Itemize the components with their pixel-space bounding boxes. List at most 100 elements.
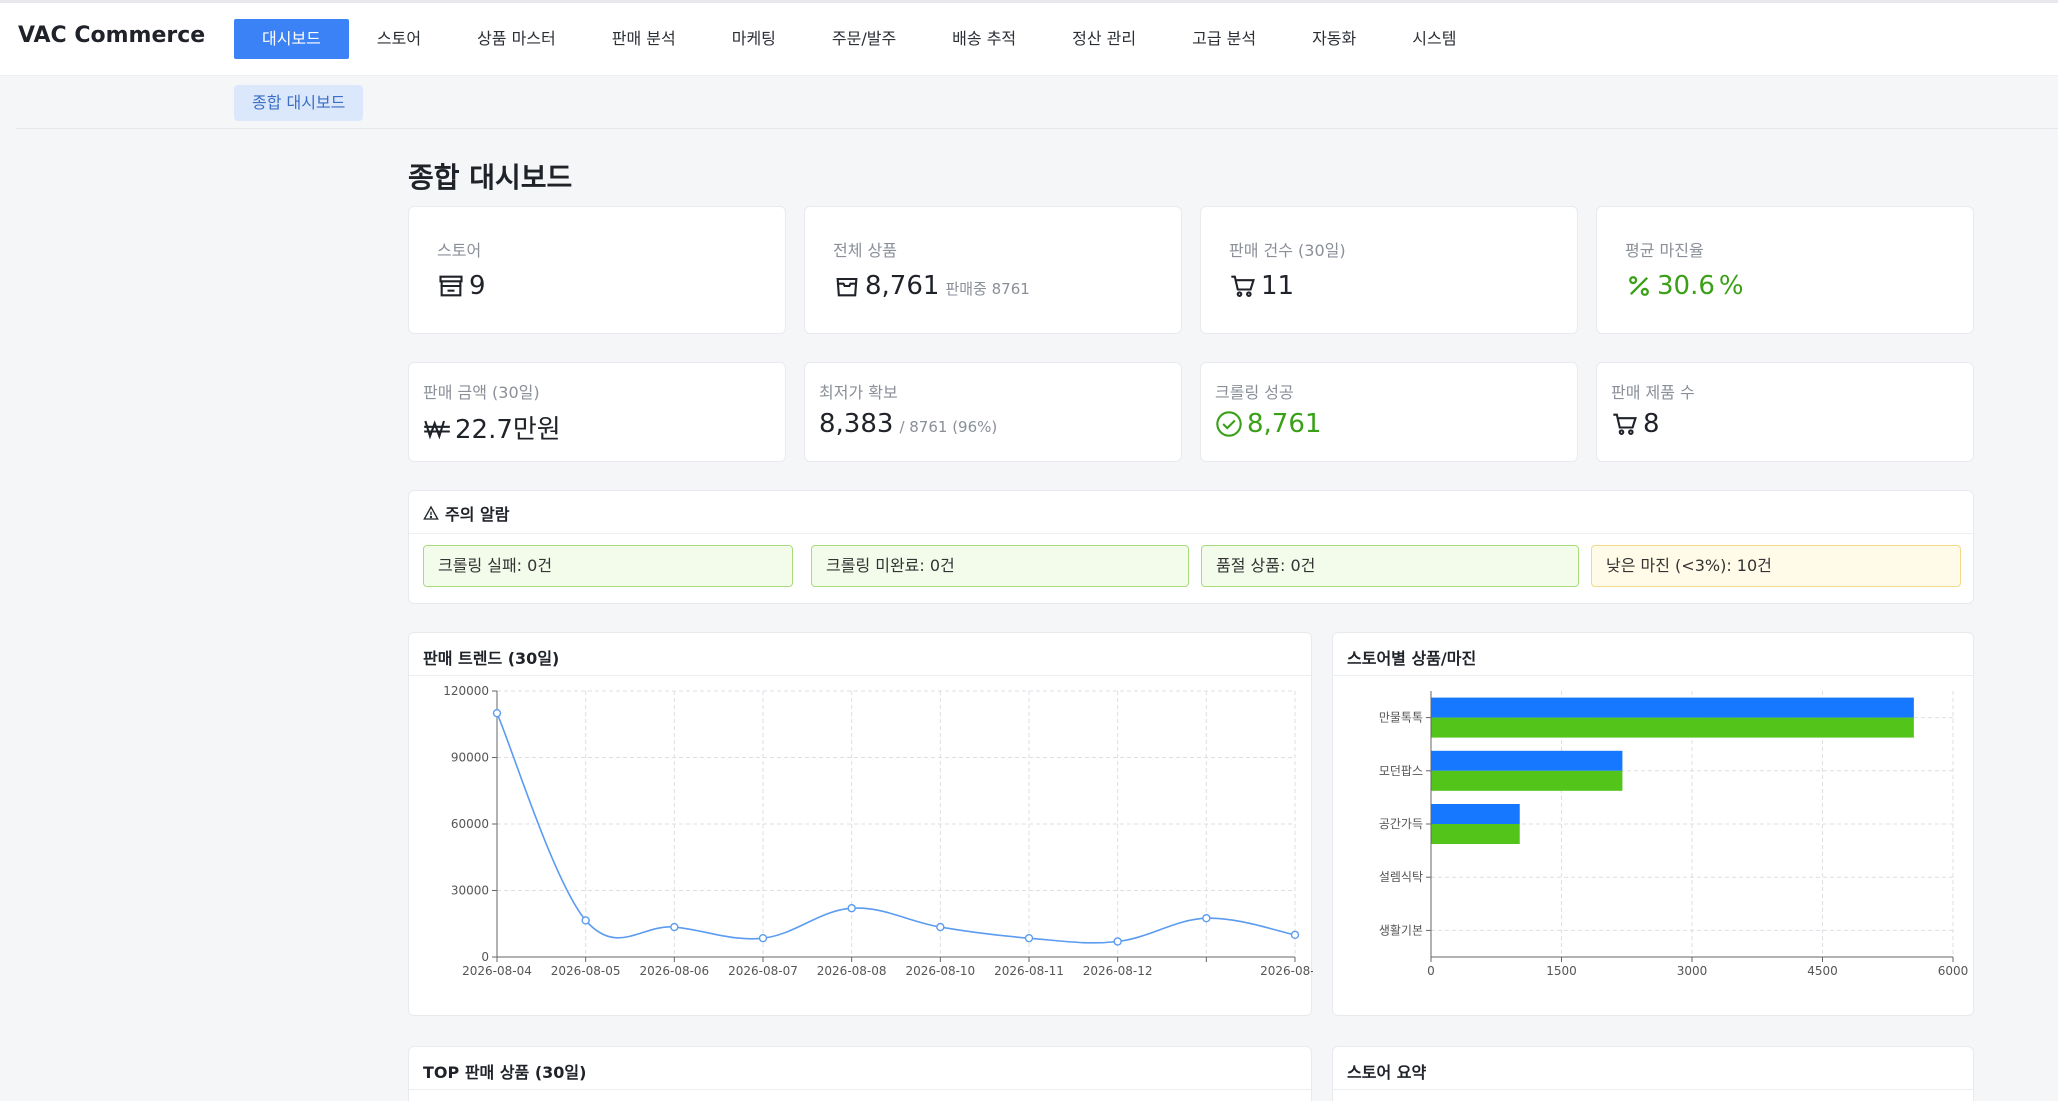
stat-value: 8 [1611, 409, 1660, 439]
category-label: 만물톡톡 [1379, 711, 1423, 725]
data-point [1290, 930, 1300, 940]
store-summary-title: 스토어 요약 [1347, 1063, 1427, 1082]
percent-icon [1625, 272, 1653, 300]
x-tick-label: 2026-08-16 [1260, 964, 1313, 978]
y-tick-label: 120000 [443, 684, 489, 698]
lowest-price-count: 8,383 [819, 409, 894, 439]
stat-label: 스토어 [437, 241, 482, 260]
stat-card-revenue: 판매 금액 (30일) 22.7만원 [408, 362, 786, 462]
alert-crawl-failed[interactable]: 크롤링 실패: 0건 [423, 545, 793, 587]
divider [409, 1089, 1311, 1090]
bar-모던팝스-1 [1431, 770, 1623, 791]
store-products-margin-title: 스토어별 상품/마진 [1347, 649, 1477, 668]
stat-value: 8,383 / 8761 (96%) [819, 409, 997, 439]
store-icon [437, 272, 465, 300]
y-tick-label: 0 [481, 950, 489, 964]
data-point [492, 708, 502, 718]
data-point [1202, 914, 1211, 923]
x-tick-label: 2026-08-05 [551, 964, 621, 978]
x-tick-label: 4500 [1807, 964, 1838, 978]
x-tick-label: 6000 [1938, 964, 1969, 978]
sold-products-count: 8 [1643, 409, 1660, 439]
nav-item-6[interactable]: 배송 추적 [924, 19, 1044, 59]
stores-count: 9 [469, 271, 486, 301]
data-point [670, 922, 679, 932]
divider [1333, 675, 1973, 676]
stat-label: 판매 제품 수 [1611, 383, 1695, 402]
alert-crawl-incomplete[interactable]: 크롤링 미완료: 0건 [811, 545, 1189, 587]
stat-card-crawl-success: 크롤링 성공 8,761 [1200, 362, 1578, 462]
stat-value: 8,761 판매중 8761 [833, 271, 1030, 301]
brand-logo[interactable]: VAC Commerce [18, 23, 205, 48]
category-label: 설렘식탁 [1379, 870, 1423, 884]
stat-card-margin: 평균 마진율 30.6 % [1596, 206, 1974, 334]
data-point [847, 904, 856, 913]
stat-value: 8,761 [1215, 409, 1321, 439]
category-label: 공간가득 [1379, 817, 1423, 831]
top-navbar: VAC Commerce 대시보드 스토어 상품 마스터 판매 분석 마케팅 주문/발주 배… [0, 0, 2058, 76]
x-tick-label: 2026-08-07 [728, 964, 798, 978]
bar-공간가득-1 [1431, 824, 1520, 844]
stat-label: 크롤링 성공 [1215, 383, 1294, 402]
x-tick-label: 0 [1427, 964, 1435, 978]
divider [1333, 1089, 1973, 1090]
alert-out-of-stock[interactable]: 품절 상품: 0건 [1201, 545, 1579, 587]
x-tick-label: 2026-08-12 [1083, 964, 1153, 978]
alerts-panel: 주의 알람 크롤링 실패: 0건 크롤링 미완료: 0건 품절 상품: 0건 낮… [408, 490, 1974, 604]
x-tick-label: 2026-08-10 [905, 964, 975, 978]
subtab-overview-dashboard[interactable]: 종합 대시보드 [234, 85, 364, 121]
bar-만물톡톡-1 [1431, 717, 1914, 738]
warning-icon [423, 505, 439, 521]
nav-item-1[interactable]: 스토어 [349, 19, 449, 59]
category-label: 생활기본 [1379, 923, 1423, 937]
x-tick-label: 3000 [1677, 964, 1708, 978]
stat-card-sold-products: 판매 제품 수 8 [1596, 362, 1974, 462]
x-tick-label: 1500 [1546, 964, 1577, 978]
divider [409, 675, 1311, 676]
sub-navbar: 종합 대시보드 [16, 77, 2058, 129]
nav-item-0[interactable]: 대시보드 [234, 19, 349, 59]
nav-item-7[interactable]: 정산 관리 [1044, 19, 1164, 59]
lowest-price-sub: / 8761 (96%) [899, 418, 998, 436]
data-point [936, 922, 945, 932]
alerts-title-text: 주의 알람 [445, 505, 510, 524]
data-point [581, 916, 590, 925]
x-tick-label: 2026-08-06 [639, 964, 709, 978]
margin-unit: % [1718, 271, 1744, 301]
nav-item-9[interactable]: 자동화 [1284, 19, 1384, 59]
sales-trend-title: 판매 트렌드 (30일) [423, 649, 560, 668]
nav-item-2[interactable]: 상품 마스터 [449, 19, 584, 59]
won-icon [423, 414, 451, 442]
sales-trend-chart: 0 30000 60000 90000 120000 2026-08-04 2026-08-… [443, 684, 1313, 978]
alert-low-margin[interactable]: 낮은 마진 (<3%): 10건 [1591, 545, 1961, 587]
page-title: 종합 대시보드 [408, 161, 573, 194]
y-tick-label: 60000 [451, 817, 489, 831]
products-active-sub: 판매중 8761 [945, 280, 1030, 298]
category-label: 모던팝스 [1379, 764, 1423, 778]
nav-item-3[interactable]: 판매 분석 [584, 19, 704, 59]
nav-item-10[interactable]: 시스템 [1384, 19, 1484, 59]
stat-card-lowest-price: 최저가 확보 8,383 / 8761 (96%) [804, 362, 1182, 462]
stat-label: 판매 건수 (30일) [1229, 241, 1346, 260]
top-products-panel: TOP 판매 상품 (30일) [408, 1046, 1312, 1101]
stat-card-products: 전체 상품 8,761 판매중 8761 [804, 206, 1182, 334]
x-tick-label: 2026-08-11 [994, 964, 1064, 978]
top-products-title: TOP 판매 상품 (30일) [423, 1063, 587, 1082]
nav-item-4[interactable]: 마케팅 [704, 19, 804, 59]
nav-item-5[interactable]: 주문/발주 [804, 19, 924, 59]
stat-label: 최저가 확보 [819, 383, 898, 402]
sales-trend-line [496, 712, 1296, 944]
box-icon [833, 272, 861, 300]
data-point [758, 933, 768, 943]
divider [409, 533, 1973, 534]
stat-label: 판매 금액 (30일) [423, 383, 540, 402]
main-nav: 대시보드 스토어 상품 마스터 판매 분석 마케팅 주문/발주 배송 추적 정산 관리 고급 분… [234, 19, 1484, 59]
x-tick-label: 2026-08-08 [817, 964, 887, 978]
store-products-margin-chart: 0 1500 3000 4500 6000 만물톡톡모던팝스공간가득설렘식탁생활기본 [1379, 691, 1969, 978]
stat-card-stores: 스토어 9 [408, 206, 786, 334]
crawl-success-count: 8,761 [1247, 409, 1322, 439]
check-circle-icon [1215, 410, 1243, 438]
stat-card-orders: 판매 건수 (30일) 11 [1200, 206, 1578, 334]
nav-item-8[interactable]: 고급 분석 [1164, 19, 1284, 59]
store-products-margin-panel: 스토어별 상품/마진 0 1500 3000 4500 6000 만물톡톡모던팝스공간가득… [1332, 632, 1974, 1016]
